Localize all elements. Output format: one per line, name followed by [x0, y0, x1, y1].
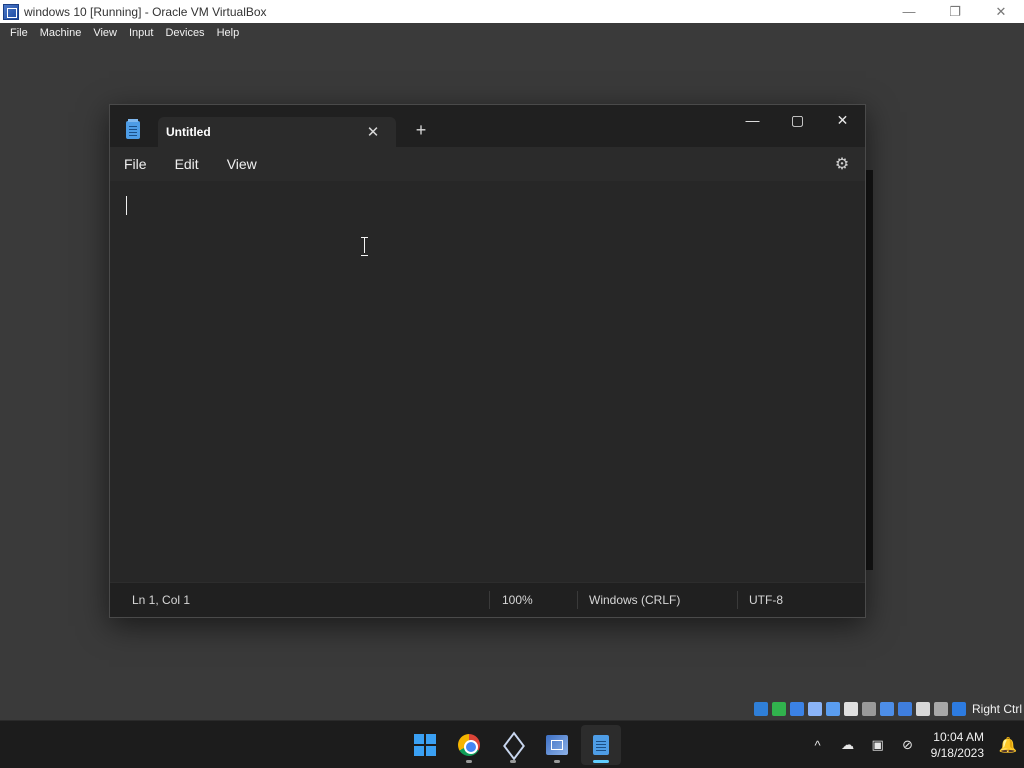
running-indicator [554, 760, 560, 763]
tab-title: Untitled [166, 125, 211, 139]
virtualbox-minimize-button[interactable]: — [886, 0, 932, 23]
notepad-window: Untitled ✕ + — ▢ ✕ File Edit View ⚙ Ln 1… [109, 104, 866, 618]
audio-icon[interactable] [807, 702, 822, 716]
notepad-window-controls: — ▢ ✕ [730, 105, 865, 135]
status-line-ending[interactable]: Windows (CRLF) [577, 591, 737, 609]
shared-folders-icon[interactable] [861, 702, 876, 716]
notepad-menubar: File Edit View ⚙ [110, 147, 865, 181]
hard-disk-icon[interactable] [753, 702, 768, 716]
virtualbox-restore-button[interactable]: ❐ [932, 0, 978, 23]
network-icon[interactable] [825, 702, 840, 716]
virtualbox-window-title: windows 10 [Running] - Oracle VM Virtual… [24, 4, 267, 19]
host-key-label: Right Ctrl [971, 702, 1022, 716]
menu-file[interactable]: File [115, 156, 156, 172]
virtualbox-menu-view[interactable]: View [87, 27, 123, 39]
running-indicator [466, 760, 472, 763]
text-caret [126, 196, 127, 215]
virtualbox-menu-input[interactable]: Input [123, 27, 159, 39]
menu-view[interactable]: View [218, 156, 266, 172]
vbox-tool-button[interactable] [537, 725, 577, 765]
onedrive-icon[interactable]: ☁ [833, 730, 863, 760]
menu-edit[interactable]: Edit [166, 156, 208, 172]
window-edge-shadow [866, 170, 873, 570]
clock[interactable]: 10:04 AM 9/18/2023 [923, 729, 994, 761]
ibeam-cursor-icon [361, 237, 369, 256]
windows-logo-icon [414, 734, 436, 756]
virtualbox-window-controls: — ❐ ✕ [886, 0, 1024, 23]
status-encoding[interactable]: UTF-8 [737, 591, 783, 609]
virtualbox-button[interactable] [493, 725, 533, 765]
virtualbox-app-icon [3, 3, 19, 20]
active-indicator [593, 760, 609, 763]
optical-drive-icon[interactable] [771, 702, 786, 716]
text-editor[interactable] [110, 181, 865, 584]
cpu-icon[interactable] [915, 702, 930, 716]
chrome-icon [458, 734, 480, 756]
virtualbox-menubar: File Machine View Input Devices Help [0, 23, 1024, 43]
virtualbox-titlebar: windows 10 [Running] - Oracle VM Virtual… [0, 0, 1024, 23]
floppy-icon[interactable] [789, 702, 804, 716]
settings-gear-icon[interactable]: ⚙ [833, 155, 851, 173]
tab-close-icon[interactable]: ✕ [364, 123, 382, 141]
clock-time: 10:04 AM [933, 730, 984, 744]
virtualbox-menu-help[interactable]: Help [211, 27, 246, 39]
maximize-button[interactable]: ▢ [775, 105, 820, 135]
taskbar: ^ ☁ ▣ ⊘ 10:04 AM 9/18/2023 🔔 [0, 720, 1024, 768]
notepad-button[interactable] [581, 725, 621, 765]
virtualbox-menu-file[interactable]: File [4, 27, 34, 39]
keyboard-icon[interactable] [951, 702, 966, 716]
chrome-button[interactable] [449, 725, 489, 765]
start-button[interactable] [405, 725, 445, 765]
virtualbox-statusbar: Right Ctrl [0, 698, 1024, 720]
usb-icon[interactable] [843, 702, 858, 716]
notepad-statusbar: Ln 1, Col 1 100% Windows (CRLF) UTF-8 [110, 582, 865, 617]
virtualbox-icon [502, 734, 524, 756]
minimize-button[interactable]: — [730, 105, 775, 135]
display-icon[interactable] [879, 702, 894, 716]
new-tab-button[interactable]: + [411, 120, 431, 140]
notepad-icon [593, 735, 609, 755]
volume-muted-icon[interactable]: ⊘ [893, 730, 923, 760]
virtualbox-indicators: Right Ctrl [753, 700, 1024, 718]
system-tray: ^ ☁ ▣ ⊘ 10:04 AM 9/18/2023 🔔 [803, 721, 1024, 768]
clock-date: 9/18/2023 [930, 746, 984, 760]
chevron-up-icon[interactable]: ^ [803, 730, 833, 760]
running-indicator [510, 760, 516, 763]
virtualbox-menu-devices[interactable]: Devices [159, 27, 210, 39]
status-cursor-position: Ln 1, Col 1 [132, 593, 191, 607]
tab-untitled[interactable]: Untitled ✕ [158, 117, 396, 147]
recording-icon[interactable] [897, 702, 912, 716]
virtualbox-menu-machine[interactable]: Machine [34, 27, 88, 39]
network-icon[interactable]: ▣ [863, 730, 893, 760]
virtualbox-close-button[interactable]: ✕ [978, 0, 1024, 23]
notepad-titlebar[interactable]: Untitled ✕ + — ▢ ✕ [110, 105, 865, 147]
notepad-app-icon [126, 119, 140, 139]
vbox-tool-icon [546, 735, 568, 755]
mouse-integration-icon[interactable] [933, 702, 948, 716]
notification-bell-icon[interactable]: 🔔 [994, 730, 1022, 760]
status-zoom[interactable]: 100% [489, 591, 577, 609]
taskbar-apps [405, 725, 625, 765]
close-button[interactable]: ✕ [820, 105, 865, 135]
